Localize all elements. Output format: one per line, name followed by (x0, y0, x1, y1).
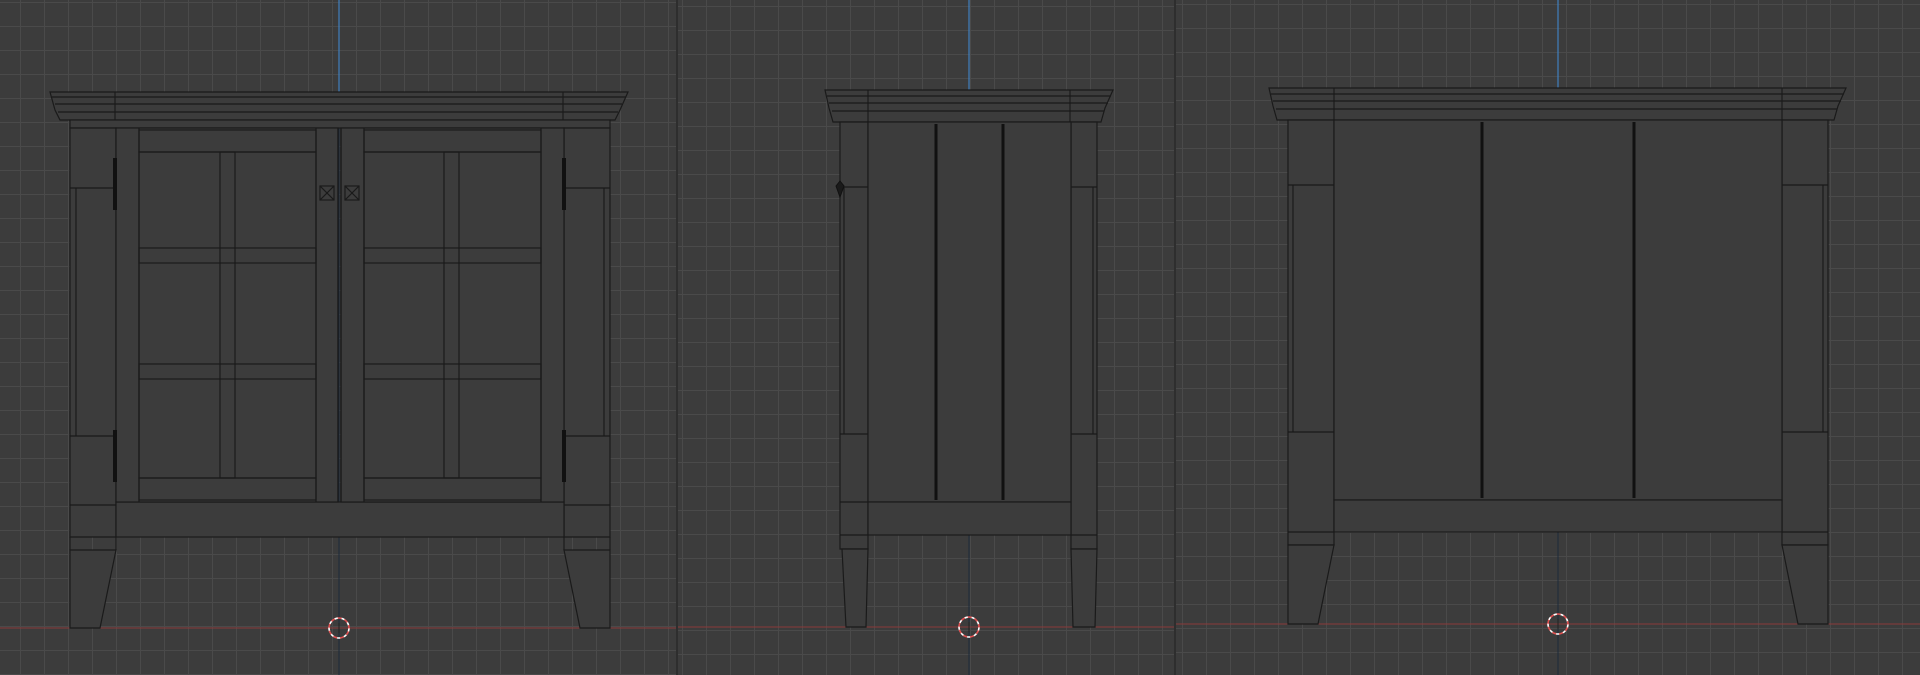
hinge-icon (562, 430, 566, 482)
viewport-side[interactable] (678, 0, 1174, 675)
back-panel (1333, 119, 1783, 501)
side-view-canvas[interactable] (678, 0, 1174, 675)
side-panel (867, 121, 1072, 503)
right-door[interactable] (340, 127, 565, 503)
right-leg (1781, 544, 1829, 625)
right-post (563, 127, 611, 538)
right-leg (563, 549, 611, 629)
back-leg (1070, 548, 1098, 628)
front-view-canvas[interactable] (0, 0, 676, 675)
modeling-workspace (0, 0, 1920, 675)
frieze-band (69, 119, 611, 129)
hinge-icon (562, 158, 566, 210)
left-leg (69, 549, 117, 629)
back-view-canvas[interactable] (1176, 0, 1920, 675)
left-door[interactable] (115, 127, 339, 503)
hinge-icon (113, 430, 117, 482)
bottom-rail (1333, 499, 1783, 533)
left-leg (1287, 544, 1335, 625)
crown-molding (49, 91, 629, 121)
viewport-front[interactable] (0, 0, 676, 675)
bottom-rail (115, 501, 565, 538)
crown-molding (1268, 87, 1847, 121)
front-leg (841, 548, 869, 628)
left-post (69, 127, 117, 538)
hinge-icon (113, 158, 117, 210)
bottom-rail (867, 501, 1072, 536)
left-post (1287, 119, 1335, 546)
viewport-back[interactable] (1176, 0, 1920, 675)
right-post (1781, 119, 1829, 546)
